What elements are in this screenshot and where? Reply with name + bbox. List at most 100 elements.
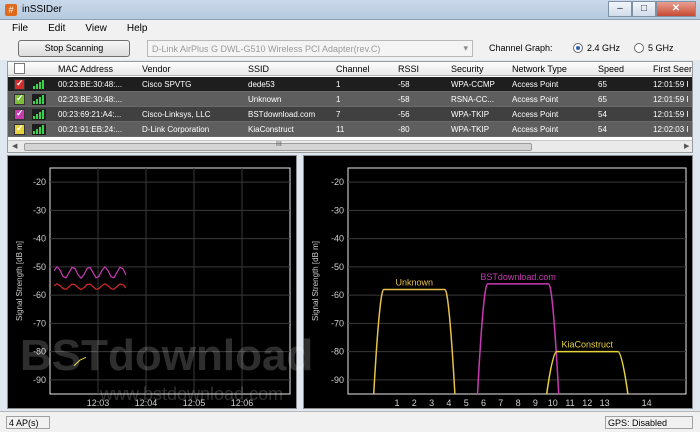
band-radio-5ghz[interactable]	[634, 43, 644, 53]
minimize-button[interactable]: –	[608, 1, 632, 17]
cell-channel: 11	[336, 125, 345, 134]
band-label-2-4ghz: 2.4 GHz	[587, 43, 621, 53]
scroll-right-icon[interactable]: ▶	[684, 142, 689, 150]
x-tick-label: 9	[533, 398, 538, 408]
menu-edit[interactable]: Edit	[36, 20, 73, 38]
x-tick-label: 2	[412, 398, 417, 408]
column-security[interactable]: Security	[451, 64, 484, 74]
cell-speed: 65	[598, 95, 607, 104]
signal-trace	[53, 283, 127, 291]
column-network-type[interactable]: Network Type	[512, 64, 567, 74]
column-channel[interactable]: Channel	[336, 64, 370, 74]
cell-security: WPA-TKIP	[451, 110, 490, 119]
x-tick-label: 12:03	[87, 398, 110, 408]
signal-trace	[53, 265, 127, 280]
table-row[interactable]: 02:23:BE:30:48:... Unknown 1 -58 RSNA-CC... A…	[8, 92, 692, 107]
horizontal-scrollbar[interactable]: ◀ III ▶	[8, 140, 692, 152]
y-tick-label: -80	[33, 347, 46, 357]
menu-bar: File Edit View Help	[0, 20, 700, 38]
x-tick-label: 12:06	[231, 398, 254, 408]
chevron-down-icon: ▾	[463, 43, 468, 53]
x-tick-label: 5	[464, 398, 469, 408]
cell-vendor: Cisco SPVTG	[142, 80, 192, 89]
x-tick-label: 12:04	[135, 398, 158, 408]
menu-view[interactable]: View	[73, 20, 115, 38]
y-tick-label: -20	[331, 177, 344, 187]
cell-speed: 54	[598, 110, 607, 119]
network-label: Unknown	[396, 277, 434, 287]
y-axis-label: Signal Strength [dB m]	[311, 241, 320, 321]
menu-file[interactable]: File	[0, 20, 36, 38]
y-tick-label: -30	[331, 205, 344, 215]
y-tick-label: -70	[331, 318, 344, 328]
y-tick-label: -70	[33, 318, 46, 328]
row-checkbox[interactable]	[14, 93, 25, 105]
x-tick-label: 7	[498, 398, 503, 408]
close-button[interactable]: ✕	[656, 1, 696, 17]
scrollbar-grip: III	[276, 141, 282, 148]
cell-network-type: Access Point	[512, 125, 559, 134]
table-row[interactable]: 00:23:BE:30:48:... Cisco SPVTG dede53 1 -58 W…	[8, 77, 692, 92]
cell-network-type: Access Point	[512, 110, 559, 119]
cell-rssi: -80	[398, 125, 410, 134]
cell-mac: 00:21:91:EB:24:...	[58, 125, 123, 134]
y-tick-label: -40	[33, 234, 46, 244]
cell-ssid: KiaConstruct	[248, 125, 294, 134]
cell-first-seen: 12:01:59 P	[653, 95, 688, 104]
select-all-checkbox[interactable]	[14, 62, 25, 74]
column-vendor[interactable]: Vendor	[142, 64, 171, 74]
adapter-select[interactable]: D-Link AirPlus G DWL-G510 Wireless PCI A…	[147, 40, 473, 57]
row-checkbox[interactable]	[14, 108, 25, 120]
column-rssi[interactable]: RSSI	[398, 64, 419, 74]
table-row[interactable]: 00:23:69:21:A4:... Cisco-Linksys, LLC BSTd…	[8, 107, 692, 122]
toolbar: Stop Scanning D-Link AirPlus G DWL-G510 …	[0, 38, 700, 60]
column-speed[interactable]: Speed	[598, 64, 624, 74]
x-tick-label: 10	[548, 398, 558, 408]
y-tick-label: -50	[33, 262, 46, 272]
row-checkbox[interactable]	[14, 123, 25, 135]
cell-vendor: D-Link Corporation	[142, 125, 210, 134]
cell-security: WPA-TKIP	[451, 125, 490, 134]
cell-network-type: Access Point	[512, 95, 559, 104]
cell-channel: 1	[336, 95, 341, 104]
network-label: KiaConstruct	[562, 340, 614, 350]
status-bar: 4 AP(s) GPS: Disabled	[0, 411, 700, 432]
cell-first-seen: 12:02:03 P	[653, 125, 688, 134]
gps-status: GPS: Disabled	[605, 416, 693, 429]
row-checkbox[interactable]	[14, 78, 25, 90]
x-tick-label: 11	[565, 398, 574, 408]
table-header: MAC Address Vendor SSID Channel RSSI Sec…	[8, 62, 692, 76]
signal-trace	[73, 356, 87, 367]
scroll-left-icon[interactable]: ◀	[12, 142, 17, 150]
y-tick-label: -90	[331, 375, 344, 385]
x-tick-label: 12	[582, 398, 592, 408]
x-tick-label: 8	[516, 398, 521, 408]
network-curve	[476, 283, 560, 395]
cell-speed: 54	[598, 125, 607, 134]
y-axis-label: Signal Strength [dB m]	[15, 241, 24, 321]
adapter-select-value: D-Link AirPlus G DWL-G510 Wireless PCI A…	[152, 44, 381, 54]
menu-help[interactable]: Help	[115, 20, 156, 38]
cell-ssid: Unknown	[248, 95, 282, 104]
window-controls: – □ ✕	[608, 1, 696, 17]
maximize-button[interactable]: □	[632, 1, 656, 17]
ap-count: 4 AP(s)	[6, 416, 50, 429]
signal-bars-icon	[32, 109, 46, 120]
stop-scanning-button[interactable]: Stop Scanning	[18, 40, 130, 57]
cell-rssi: -56	[398, 110, 410, 119]
y-tick-label: -60	[33, 290, 46, 300]
x-tick-label: 1	[394, 398, 399, 408]
cell-rssi: -58	[398, 95, 410, 104]
network-table: MAC Address Vendor SSID Channel RSSI Sec…	[7, 61, 693, 153]
column-first-seen[interactable]: First Seen	[653, 64, 692, 74]
cell-security: RSNA-CC...	[451, 95, 495, 104]
column-mac[interactable]: MAC Address	[58, 64, 113, 74]
band-radio-2-4ghz[interactable]	[573, 43, 583, 53]
column-ssid[interactable]: SSID	[248, 64, 269, 74]
app-logo-icon: #	[5, 4, 17, 16]
cell-ssid: BSTdownload.com	[248, 110, 316, 119]
plot-frame	[49, 167, 291, 395]
cell-network-type: Access Point	[512, 80, 559, 89]
table-row[interactable]: 00:21:91:EB:24:... D-Link Corporation KiaC…	[8, 122, 692, 137]
y-tick-label: -80	[331, 347, 344, 357]
